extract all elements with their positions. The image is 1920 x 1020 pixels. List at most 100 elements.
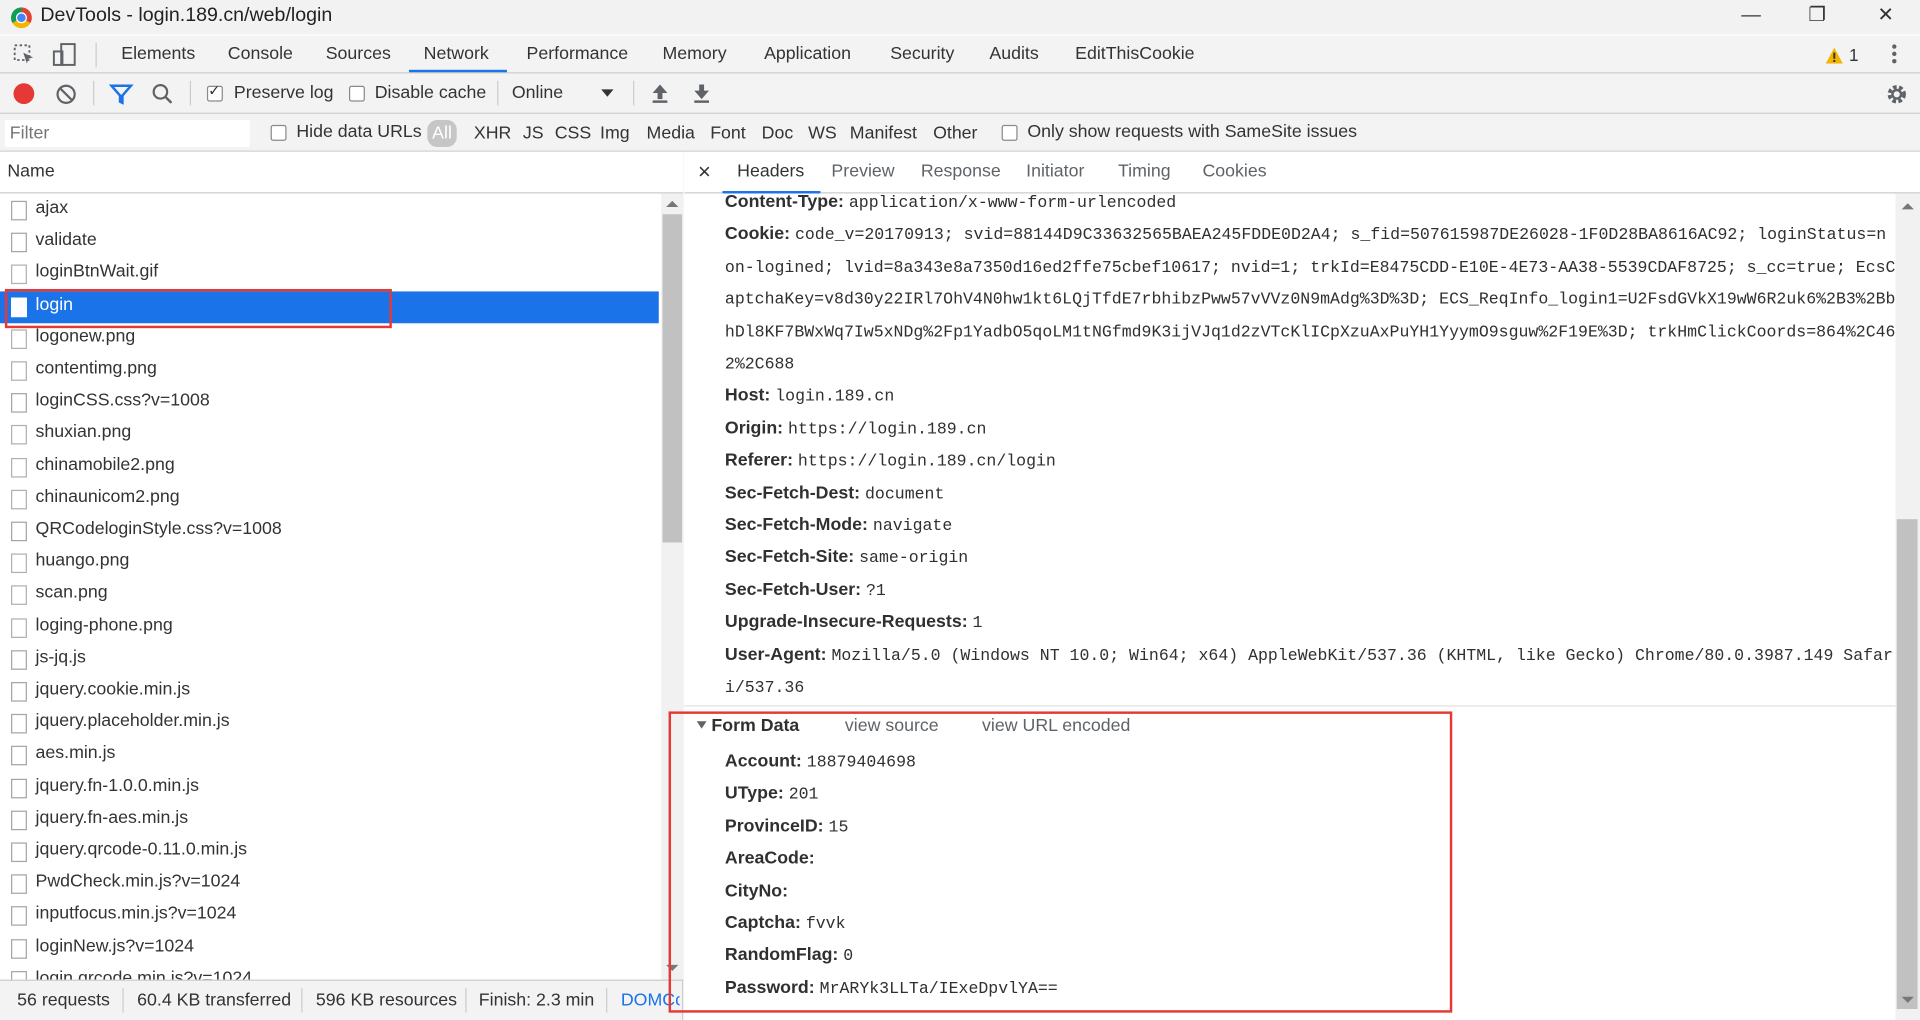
request-row[interactable]: loging-phone.png [0,612,659,644]
detail-tab-response[interactable]: Response [921,162,1001,182]
scroll-up-icon[interactable] [666,200,679,207]
request-name: ajax [35,198,69,218]
disable-cache-label[interactable]: Disable cache [375,83,487,103]
tab-network[interactable]: Network [424,44,489,64]
tab-elements[interactable]: Elements [121,44,195,64]
tab-performance[interactable]: Performance [527,44,629,64]
type-filter-media[interactable]: Media [647,124,695,144]
status-requests: 56 requests [17,990,110,1011]
samesite-checkbox[interactable] [1001,124,1018,141]
image-icon [11,264,27,285]
type-filter-ws[interactable]: WS [808,124,837,144]
request-row[interactable]: jquery.cookie.min.js [0,676,659,708]
status-resources: 596 KB resources [315,990,458,1011]
detail-scrollbar[interactable] [1895,193,1920,1020]
tab-application[interactable]: Application [764,44,851,64]
type-filter-manifest[interactable]: Manifest [850,124,917,144]
tab-memory[interactable]: Memory [662,44,726,64]
type-filter-doc[interactable]: Doc [762,124,794,144]
preserve-log-label[interactable]: Preserve log [234,83,334,103]
request-row[interactable]: jquery.fn-1.0.0.min.js [0,772,659,804]
filter-input[interactable] [4,120,250,147]
header-line: Referer: https://login.189.cn/login [725,451,1056,472]
inspect-element-icon[interactable] [12,43,36,74]
clear-icon[interactable] [55,83,77,111]
samesite-label[interactable]: Only show requests with SameSite issues [1027,122,1357,142]
network-toolbar: Preserve log Disable cache Online [0,73,1920,114]
tab-security[interactable]: Security [890,44,954,64]
request-row[interactable]: QRCodeloginStyle.css?v=1008 [0,516,659,548]
import-har-icon[interactable] [650,82,670,110]
request-row[interactable]: js-jq.js [0,644,659,676]
detail-tab-timing[interactable]: Timing [1118,162,1171,182]
request-row[interactable]: inputfocus.min.js?v=1024 [0,900,659,932]
image-icon [11,361,27,381]
request-row[interactable]: jquery.qrcode-0.11.0.min.js [0,836,659,868]
request-row[interactable]: contentimg.png [0,355,659,387]
document-icon [11,200,27,221]
hide-data-urls-checkbox[interactable] [270,124,287,141]
request-row[interactable]: chinamobile2.png [0,451,659,483]
close-detail-icon[interactable]: × [698,159,711,185]
hide-data-urls-label[interactable]: Hide data URLs [296,122,421,142]
request-row[interactable]: chinaunicom2.png [0,483,659,515]
request-row[interactable]: PwdCheck.min.js?v=1024 [0,868,659,900]
scroll-down-icon[interactable] [1901,996,1914,1003]
request-row[interactable]: validate [0,227,659,259]
tab-sources[interactable]: Sources [326,44,391,64]
detail-tab-initiator[interactable]: Initiator [1026,162,1084,182]
name-column-header[interactable]: Name [0,151,684,194]
minimize-button[interactable]: — [1729,2,1773,31]
chrome-icon [11,7,32,29]
preserve-log-checkbox[interactable] [206,82,223,102]
scrollbar-thumb[interactable] [662,214,683,543]
request-row[interactable]: loginCSS.css?v=1008 [0,387,659,419]
type-filter-all[interactable]: All [427,120,457,147]
header-value: https://login.189.cn [788,420,987,440]
export-har-icon[interactable] [692,82,712,110]
scrollbar-thumb[interactable] [1896,519,1918,1009]
tab-console[interactable]: Console [228,44,293,64]
header-key: Referer: [724,450,793,471]
request-row[interactable]: scan.png [0,580,659,612]
type-filter-xhr[interactable]: XHR [474,124,512,144]
type-filter-js[interactable]: JS [523,124,544,144]
header-value: navigate [872,517,953,537]
detail-tab-cookies[interactable]: Cookies [1202,162,1266,182]
request-row[interactable]: aes.min.js [0,740,659,772]
request-name: logonew.png [35,326,136,347]
tab-editthiscookie[interactable]: EditThisCookie [1075,44,1194,64]
type-filter-css[interactable]: CSS [555,124,592,144]
request-row[interactable]: ajax [0,195,659,227]
warning-indicator[interactable]: 1 [1825,44,1859,70]
header-value: document [865,485,945,504]
type-filter-font[interactable]: Font [710,124,746,144]
settings-gear-icon[interactable] [1885,82,1909,113]
request-row[interactable]: jquery.placeholder.min.js [0,708,659,740]
request-row[interactable]: loginBtnWait.gif [0,259,659,291]
restore-button[interactable]: ❐ [1795,2,1839,31]
chevron-down-icon[interactable] [601,89,614,97]
tab-audits[interactable]: Audits [989,44,1038,64]
detail-tab-headers[interactable]: Headers [737,162,804,182]
throttling-select[interactable]: Online [512,83,563,103]
request-row[interactable]: shuxian.png [0,419,659,451]
type-filter-other[interactable]: Other [933,124,977,144]
disable-cache-checkbox[interactable] [348,85,365,102]
device-toolbar-icon[interactable] [51,42,78,75]
close-window-button[interactable]: ✕ [1864,2,1908,31]
detail-tab-preview[interactable]: Preview [831,162,894,182]
search-icon[interactable] [152,83,174,111]
filter-icon[interactable] [108,83,134,111]
record-button[interactable] [13,83,35,105]
more-options-icon[interactable] [1889,42,1899,66]
request-row[interactable]: huango.png [0,548,659,580]
request-row[interactable]: jquery.fn-aes.min.js [0,804,659,836]
header-line: 2%2C688 [725,354,794,374]
type-filter-img[interactable]: Img [600,124,630,144]
scroll-up-icon[interactable] [1901,203,1914,210]
image-icon [11,329,27,349]
request-row[interactable]: loginNew.js?v=1024 [0,933,659,965]
request-name: contentimg.png [35,358,157,379]
header-key: Upgrade-Insecure-Requests: [724,612,968,633]
